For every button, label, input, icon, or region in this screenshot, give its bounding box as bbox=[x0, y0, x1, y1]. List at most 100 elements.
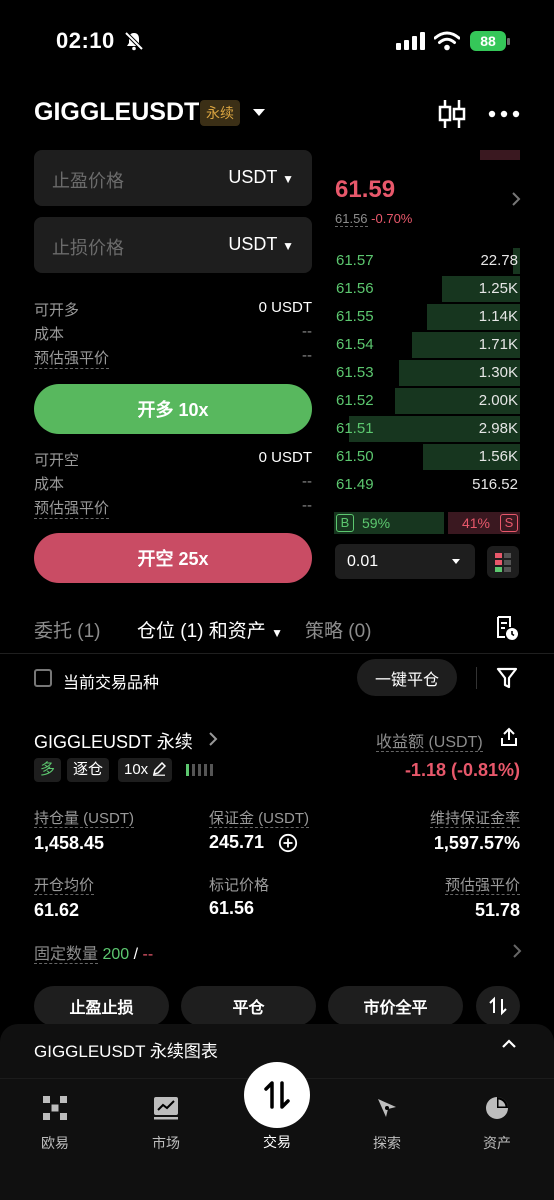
take-profit-input[interactable]: 止盈价格 USDT ▼ bbox=[34, 150, 312, 206]
fixed-qty-row: 固定数量 200 / -- bbox=[34, 946, 154, 964]
stat-value-mark: 61.56 bbox=[209, 898, 255, 918]
chevron-right-icon[interactable] bbox=[511, 191, 521, 207]
bid-row[interactable]: 61.52 2.00K bbox=[334, 387, 520, 414]
candlestick-icon[interactable] bbox=[438, 99, 466, 129]
market-close-button[interactable]: 市价全平 bbox=[328, 986, 463, 1026]
bid-price: 61.57 bbox=[336, 252, 374, 269]
bid-price: 61.56 bbox=[336, 280, 374, 297]
bid-row[interactable]: 61.53 1.30K bbox=[334, 359, 520, 386]
stat-label-size: 持仓量 (USDT) bbox=[34, 810, 134, 828]
bid-qty: 1.25K bbox=[478, 280, 518, 297]
orderbook-layout-icon[interactable] bbox=[487, 546, 519, 578]
long-available-row: 可开多 0 USDT bbox=[34, 299, 312, 319]
bid-qty: 1.14K bbox=[478, 308, 518, 325]
position-title[interactable]: GIGGLEUSDT 永续 bbox=[34, 728, 193, 754]
margin-mode-tag: 逐仓 bbox=[67, 758, 110, 782]
precision-select[interactable]: 0.01 bbox=[335, 544, 475, 579]
tab-strategy[interactable]: 策略 (0) bbox=[305, 616, 372, 643]
signal-icon bbox=[396, 32, 425, 50]
tab-positions[interactable]: 仓位 (1) 和资产 ▼ bbox=[137, 616, 283, 643]
bid-qty: 2.98K bbox=[478, 420, 518, 437]
pnl-value: -1.18 (-0.81%) bbox=[404, 760, 520, 780]
short-available-row: 可开空 0 USDT bbox=[34, 449, 312, 469]
tab-orders[interactable]: 委托 (1) bbox=[34, 616, 101, 643]
nav-market[interactable]: 市场 bbox=[136, 1096, 196, 1153]
caret-down-icon bbox=[452, 559, 460, 564]
symbol-title[interactable]: GIGGLEUSDT bbox=[34, 98, 199, 127]
stop-loss-placeholder: 止损价格 bbox=[52, 238, 124, 258]
last-price[interactable]: 61.59 bbox=[335, 176, 395, 204]
nav-trade[interactable]: 交易 bbox=[247, 1096, 307, 1152]
filter-icon[interactable] bbox=[496, 666, 518, 690]
current-symbol-checkbox[interactable] bbox=[34, 669, 52, 687]
stat-value-mmr: 1,597.57% bbox=[433, 833, 520, 853]
bid-price: 61.54 bbox=[336, 336, 374, 353]
short-liq-row: 预估强平价 -- bbox=[34, 497, 312, 519]
compass-icon bbox=[378, 1099, 396, 1117]
bell-muted-icon bbox=[124, 31, 144, 51]
open-long-button[interactable]: 开多 10x bbox=[34, 384, 312, 434]
chevron-right-icon[interactable] bbox=[208, 731, 218, 747]
long-liq-row: 预估强平价 -- bbox=[34, 347, 312, 369]
take-profit-placeholder: 止盈价格 bbox=[52, 171, 124, 191]
bid-row[interactable]: 61.49 516.52 bbox=[334, 471, 520, 497]
bid-qty: 22.78 bbox=[480, 252, 518, 269]
long-cost-row: 成本 -- bbox=[34, 323, 312, 343]
position-side-tag: 多 bbox=[34, 758, 62, 782]
more-icon[interactable] bbox=[488, 110, 520, 118]
stat-label-entry: 开仓均价 bbox=[34, 877, 95, 895]
bid-row[interactable]: 61.55 1.14K bbox=[334, 303, 520, 330]
nav-okx[interactable]: 欧易 bbox=[25, 1096, 85, 1153]
bid-qty: 2.00K bbox=[478, 392, 518, 409]
close-position-button[interactable]: 平仓 bbox=[181, 986, 316, 1026]
stop-loss-unit-select[interactable]: USDT ▼ bbox=[228, 234, 294, 255]
chevron-up-icon[interactable] bbox=[501, 1039, 517, 1049]
bid-row[interactable]: 61.51 2.98K bbox=[334, 415, 520, 442]
chart-panel-title[interactable]: GIGGLEUSDT 永续图表 bbox=[34, 1037, 218, 1062]
chevron-right-icon[interactable] bbox=[512, 943, 522, 959]
take-profit-unit-select[interactable]: USDT ▼ bbox=[228, 167, 294, 188]
short-cost-row: 成本 -- bbox=[34, 473, 312, 493]
stat-value-liq: 51.78 bbox=[474, 900, 520, 920]
share-icon[interactable] bbox=[499, 727, 519, 747]
stat-label-mark: 标记价格 bbox=[209, 877, 270, 894]
tp-sl-button[interactable]: 止盈止损 bbox=[34, 986, 169, 1026]
bid-row[interactable]: 61.56 1.25K bbox=[334, 275, 520, 302]
bid-row[interactable]: 61.57 22.78 bbox=[334, 247, 520, 274]
stat-label-mmr: 维持保证金率 bbox=[429, 810, 520, 828]
sell-ratio: 41% bbox=[461, 515, 490, 531]
add-margin-icon[interactable] bbox=[278, 833, 298, 853]
pnl-label: 收益额 (USDT) bbox=[376, 734, 483, 752]
open-short-button[interactable]: 开空 25x bbox=[34, 533, 312, 583]
reverse-position-button[interactable] bbox=[476, 986, 520, 1026]
filter-divider bbox=[476, 667, 477, 689]
bid-price: 61.53 bbox=[336, 364, 374, 381]
edit-icon bbox=[153, 761, 167, 776]
stop-loss-input[interactable]: 止损价格 USDT ▼ bbox=[34, 217, 312, 273]
stat-value-size: 1,458.45 bbox=[34, 833, 105, 853]
perpetual-tag: 永续 bbox=[200, 100, 240, 126]
wifi-icon bbox=[434, 31, 460, 51]
history-icon[interactable] bbox=[495, 615, 519, 641]
current-symbol-label: 当前交易品种 bbox=[63, 675, 160, 692]
buy-sell-ratio: B 59% 41% S bbox=[334, 512, 520, 534]
bid-qty: 1.71K bbox=[478, 336, 518, 353]
status-time: 02:10 bbox=[56, 28, 115, 53]
nav-explore[interactable]: 探索 bbox=[357, 1096, 417, 1153]
caret-down-icon[interactable] bbox=[251, 107, 267, 119]
bid-row[interactable]: 61.50 1.56K bbox=[334, 443, 520, 470]
leverage-tag[interactable]: 10x bbox=[118, 758, 173, 782]
tabs-divider bbox=[0, 653, 554, 654]
bid-row[interactable]: 61.54 1.71K bbox=[334, 331, 520, 358]
chart-icon bbox=[154, 1097, 178, 1120]
pie-icon bbox=[486, 1097, 508, 1119]
battery-tip bbox=[507, 38, 510, 45]
bid-qty: 1.30K bbox=[478, 364, 518, 381]
close-all-button[interactable]: 一键平仓 bbox=[357, 659, 457, 696]
stat-value-entry: 61.62 bbox=[34, 900, 80, 920]
bid-price: 61.51 bbox=[336, 420, 374, 437]
bid-price: 61.50 bbox=[336, 448, 374, 465]
nav-assets[interactable]: 资产 bbox=[467, 1096, 527, 1153]
sell-tag: S bbox=[500, 514, 518, 532]
stat-value-margin: 245.71 bbox=[209, 832, 265, 852]
